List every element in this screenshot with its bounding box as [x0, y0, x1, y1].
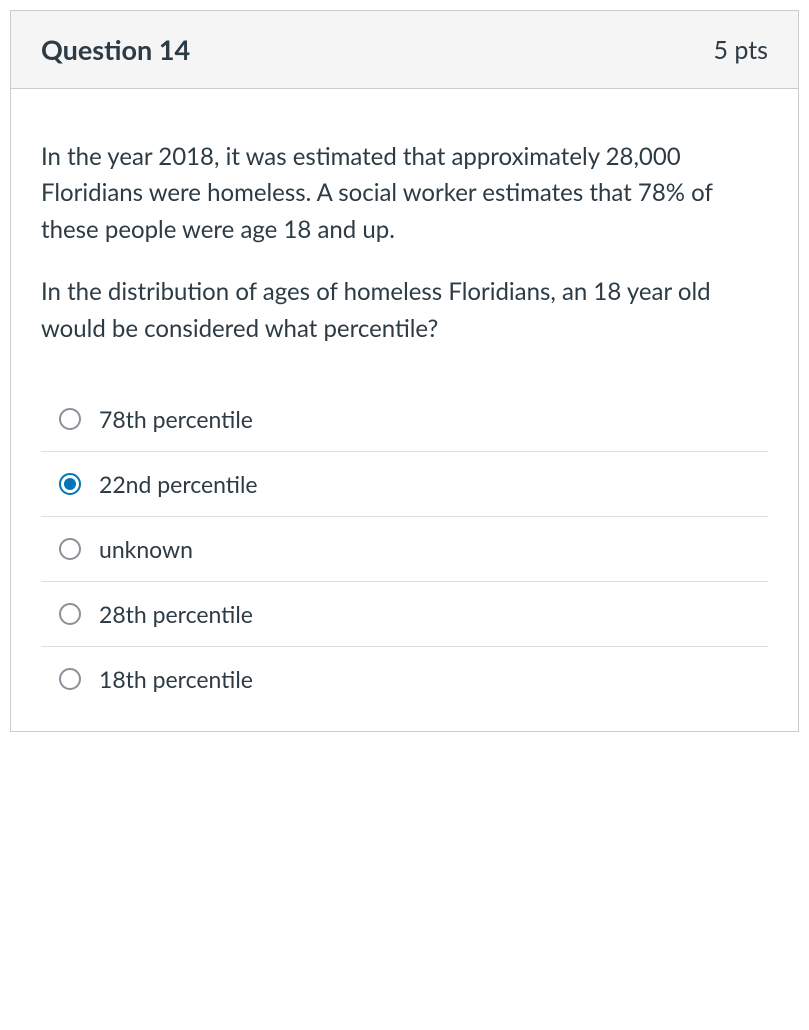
radio-icon	[59, 538, 81, 560]
question-card: Question 14 5 pts In the year 2018, it w…	[10, 10, 799, 732]
question-points: 5 pts	[713, 35, 768, 65]
question-paragraph-2: In the distribution of ages of homeless …	[41, 274, 768, 347]
question-title: Question 14	[41, 33, 190, 66]
answer-label: 78th percentile	[99, 405, 253, 433]
answer-option[interactable]: 28th percentile	[41, 582, 768, 647]
question-header: Question 14 5 pts	[11, 11, 798, 89]
radio-icon	[59, 603, 81, 625]
answers-list: 78th percentile 22nd percentile unknown …	[41, 387, 768, 711]
answer-label: unknown	[99, 535, 193, 563]
answer-option[interactable]: 78th percentile	[41, 387, 768, 452]
question-body: In the year 2018, it was estimated that …	[11, 89, 798, 731]
answer-label: 22nd percentile	[99, 470, 258, 498]
question-text: In the year 2018, it was estimated that …	[41, 139, 768, 347]
answer-label: 18th percentile	[99, 665, 253, 693]
radio-icon	[59, 668, 81, 690]
question-paragraph-1: In the year 2018, it was estimated that …	[41, 139, 768, 248]
answer-label: 28th percentile	[99, 600, 253, 628]
answer-option[interactable]: 18th percentile	[41, 647, 768, 711]
radio-icon	[59, 473, 81, 495]
answer-option[interactable]: unknown	[41, 517, 768, 582]
answer-option[interactable]: 22nd percentile	[41, 452, 768, 517]
radio-icon	[59, 408, 81, 430]
